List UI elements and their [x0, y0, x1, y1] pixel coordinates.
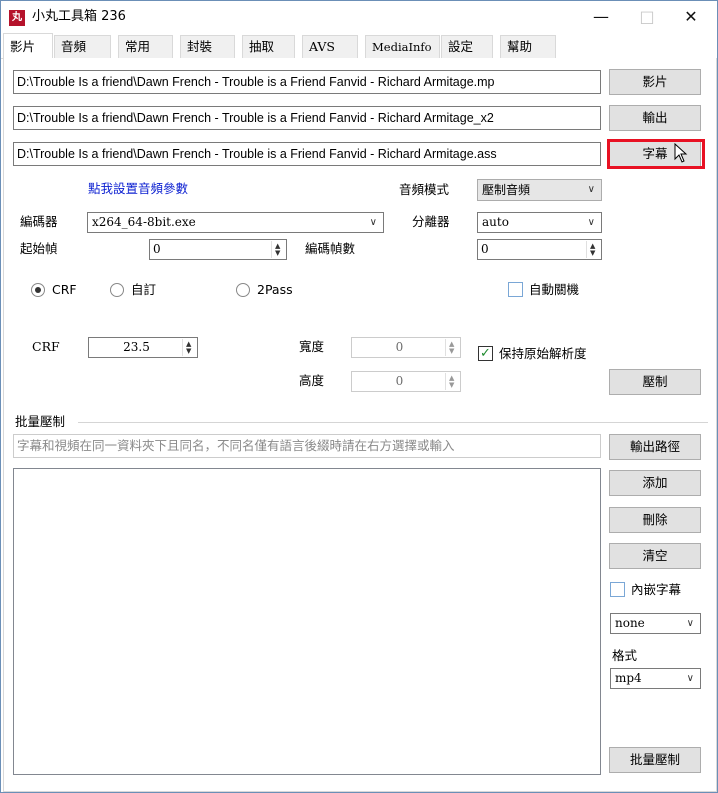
output-button[interactable]: 輸出 — [609, 105, 701, 131]
tab-avs[interactable]: AVS — [302, 35, 358, 59]
crf-radio-label[interactable]: CRF — [52, 282, 77, 298]
height-spinner[interactable]: 0 ▲ ▼ — [351, 371, 461, 392]
auto-shutdown-checkbox[interactable] — [508, 282, 523, 297]
chevron-down-icon: ∨ — [587, 184, 595, 195]
tab-video[interactable]: 影片 — [3, 33, 53, 58]
chevron-down-icon: ∨ — [686, 673, 694, 684]
highlight-box — [607, 139, 705, 169]
spinner-arrows-icon[interactable]: ▲ ▼ — [182, 339, 196, 356]
clear-button[interactable]: 清空 — [609, 543, 701, 569]
embed-subtitle-select[interactable]: none ∨ — [610, 613, 701, 634]
splitter-value: auto — [482, 215, 509, 229]
format-select[interactable]: mp4 ∨ — [610, 668, 701, 689]
output-path-button[interactable]: 輸出路徑 — [609, 434, 701, 460]
tab-mediainfo[interactable]: MediaInfo — [365, 35, 440, 59]
encoder-select[interactable]: x264_64-8bit.exe ∨ — [87, 212, 384, 233]
width-label: 寬度 — [299, 339, 325, 354]
audio-mode-select[interactable]: 壓制音頻 ∨ — [477, 179, 602, 201]
subtitle-path-input[interactable]: D:\Trouble Is a friend\Dawn French - Tro… — [13, 142, 601, 166]
splitter-select[interactable]: auto ∨ — [477, 212, 602, 233]
batch-file-list[interactable] — [13, 468, 601, 775]
video-path-input[interactable]: D:\Trouble Is a friend\Dawn French - Tro… — [13, 70, 601, 94]
spinner-arrows-icon[interactable]: ▲ ▼ — [445, 373, 459, 390]
2pass-radio[interactable] — [236, 283, 250, 297]
encode-frames-value: 0 — [481, 242, 489, 256]
title-bar: 丸 小丸工具箱 236 — □ ✕ — [1, 1, 717, 33]
crf-spinner[interactable]: 23.5 ▲ ▼ — [88, 337, 198, 358]
add-button[interactable]: 添加 — [609, 470, 701, 496]
audio-settings-link[interactable]: 點我設置音頻參數 — [88, 181, 188, 197]
crf-radio[interactable] — [31, 283, 45, 297]
audio-mode-value: 壓制音頻 — [482, 183, 531, 197]
tab-mux[interactable]: 封裝 — [180, 35, 235, 59]
crf-value: 23.5 — [123, 340, 150, 354]
custom-radio[interactable] — [110, 283, 124, 297]
custom-radio-label[interactable]: 自訂 — [131, 282, 156, 298]
splitter-label: 分離器 — [412, 214, 450, 229]
maximize-button[interactable]: □ — [624, 1, 670, 33]
height-value: 0 — [395, 374, 404, 388]
tab-audio[interactable]: 音頻 — [54, 35, 111, 59]
audio-mode-label: 音頻模式 — [399, 182, 450, 197]
delete-button[interactable]: 刪除 — [609, 507, 701, 533]
width-spinner[interactable]: 0 ▲ ▼ — [351, 337, 461, 358]
mouse-pointer-icon — [674, 142, 688, 167]
width-value: 0 — [395, 340, 404, 354]
chevron-down-icon: ∨ — [587, 217, 595, 228]
spinner-arrows-icon[interactable]: ▲ ▼ — [271, 241, 285, 258]
minimize-button[interactable]: — — [578, 1, 624, 33]
video-button[interactable]: 影片 — [609, 69, 701, 95]
tab-settings[interactable]: 設定 — [441, 35, 493, 59]
encode-frames-label: 編碼幀數 — [305, 241, 356, 256]
app-icon: 丸 — [9, 10, 25, 26]
tab-strip: 影片 音頻 常用 封裝 抽取 AVS MediaInfo 設定 幫助 — [1, 33, 717, 59]
encoder-value: x264_64-8bit.exe — [92, 215, 196, 229]
tab-common[interactable]: 常用 — [118, 35, 173, 59]
keep-resolution-label[interactable]: 保持原始解析度 — [499, 346, 587, 362]
height-label: 高度 — [299, 373, 325, 388]
spinner-arrows-icon[interactable]: ▲ ▼ — [445, 339, 459, 356]
batch-group-divider — [78, 422, 708, 423]
encode-button[interactable]: 壓制 — [609, 369, 701, 395]
chevron-down-icon: ∨ — [686, 618, 694, 629]
2pass-radio-label[interactable]: 2Pass — [257, 282, 293, 298]
format-label: 格式 — [612, 648, 638, 663]
main-window: 丸 小丸工具箱 236 — □ ✕ 影片 音頻 常用 封裝 抽取 AVS Med… — [0, 0, 718, 793]
window-title: 小丸工具箱 236 — [32, 9, 126, 24]
encoder-label: 編碼器 — [20, 214, 58, 229]
chevron-down-icon: ∨ — [369, 217, 377, 228]
start-frame-spinner[interactable]: 0 ▲ ▼ — [149, 239, 287, 260]
batch-encode-button[interactable]: 批量壓制 — [609, 747, 701, 773]
format-value: mp4 — [615, 671, 642, 685]
batch-group-label: 批量壓制 — [15, 414, 66, 429]
start-frame-label: 起始幀 — [20, 241, 58, 256]
output-path-input[interactable]: D:\Trouble Is a friend\Dawn French - Tro… — [13, 106, 601, 130]
tab-help[interactable]: 幫助 — [500, 35, 556, 59]
start-frame-value: 0 — [153, 242, 161, 256]
batch-suffix-input[interactable]: 字幕和視頻在同一資料夾下且同名，不同名僅有語言後綴時請在右方選擇或輸入 — [13, 434, 601, 458]
tab-extract[interactable]: 抽取 — [242, 35, 295, 59]
embed-subtitle-checkbox[interactable] — [610, 582, 625, 597]
crf-label: CRF — [32, 339, 60, 354]
keep-resolution-checkbox[interactable]: ✓ — [478, 346, 493, 361]
encode-frames-spinner[interactable]: 0 ▲ ▼ — [477, 239, 602, 260]
auto-shutdown-label[interactable]: 自動關機 — [529, 282, 579, 298]
close-button[interactable]: ✕ — [668, 1, 714, 33]
spinner-arrows-icon[interactable]: ▲ ▼ — [586, 241, 600, 258]
embed-subtitle-value: none — [615, 616, 645, 630]
embed-subtitle-label[interactable]: 內嵌字幕 — [631, 582, 681, 598]
